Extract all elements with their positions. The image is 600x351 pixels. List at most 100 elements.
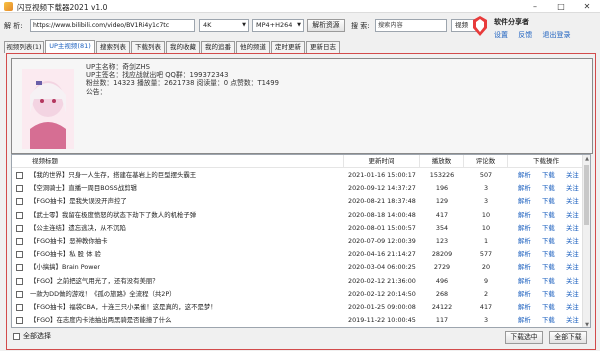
parse-link[interactable]: 解析: [518, 288, 531, 301]
tab-scheduled[interactable]: 定时更新: [271, 41, 305, 53]
tab-following[interactable]: 我的追番: [201, 41, 235, 53]
scroll-down-icon[interactable]: ▼: [583, 321, 590, 327]
table-row[interactable]: 一款为DD做的游戏！《孤の旅路》全流程（共2P） 2020-02-12 20:14…: [12, 288, 584, 301]
follow-link[interactable]: 关注: [566, 314, 579, 327]
parse-link[interactable]: 解析: [518, 314, 531, 327]
video-time: 2020-08-01 15:00:57: [348, 223, 416, 232]
download-link[interactable]: 下载: [542, 169, 555, 182]
table-row[interactable]: 【空洞骑士】直播一周目BOSS战剪辑 2020-09-12 14:37:27 196…: [12, 182, 584, 195]
parse-link[interactable]: 解析: [518, 169, 531, 182]
col-comments[interactable]: 评论数: [464, 155, 508, 168]
download-link[interactable]: 下载: [542, 182, 555, 195]
tab-channel[interactable]: 他的频道: [236, 41, 270, 53]
col-plays[interactable]: 播放数: [420, 155, 464, 168]
parse-link[interactable]: 解析: [518, 235, 531, 248]
follow-link[interactable]: 关注: [566, 261, 579, 274]
follow-link[interactable]: 关注: [566, 182, 579, 195]
tab-favorites[interactable]: 我的收藏: [166, 41, 200, 53]
table-row[interactable]: 【FGO抽卡】福袋CBA，十连三只小呆雀！这是真的，这不是梦！ 2020-01-2…: [12, 301, 584, 314]
format-select[interactable]: MP4+H264 ▼: [252, 19, 304, 32]
table-row[interactable]: 【公主连结】遗忘逃决，从不沉陷 2020-08-01 15:00:57 354 10 解…: [12, 222, 584, 235]
follow-link[interactable]: 关注: [566, 209, 579, 222]
video-comments: 10: [481, 210, 491, 219]
table-row[interactable]: 【武士零】我留在极度愤怒的状态下劫下了数人的机枪子弹 2020-08-18 14:…: [12, 209, 584, 222]
row-checkbox[interactable]: [16, 238, 23, 245]
parse-button[interactable]: 解析资源: [307, 19, 345, 32]
download-link[interactable]: 下载: [542, 248, 555, 261]
row-checkbox[interactable]: [16, 198, 23, 206]
table-row[interactable]: 【小搞搞】Brain Power 2020-03-04 06:00:25 2729 2…: [12, 261, 584, 274]
follow-link[interactable]: 关注: [566, 275, 579, 288]
close-icon[interactable]: ✕: [574, 0, 600, 13]
parse-link[interactable]: 解析: [518, 275, 531, 288]
table-row[interactable]: 【FGO抽卡】私 股 体 验 2020-04-16 21:14:27 28209 57…: [12, 248, 584, 261]
parse-link[interactable]: 解析: [518, 195, 531, 208]
parse-link[interactable]: 解析: [518, 261, 531, 274]
parse-link[interactable]: 解析: [518, 209, 531, 222]
title-bar: 闪豆视频下载器2021 v1.0 – □ ✕: [0, 0, 600, 13]
row-checkbox[interactable]: [16, 185, 23, 193]
download-link[interactable]: 下载: [542, 209, 555, 222]
row-checkbox[interactable]: [16, 290, 23, 298]
parse-link[interactable]: 解析: [518, 301, 531, 314]
maximize-icon[interactable]: □: [548, 0, 574, 13]
table-row[interactable]: 【FGO】之前把这气用光了，还有没有美丽？ 2020-02-12 21:36:00…: [12, 275, 584, 288]
feedback-link[interactable]: 反馈: [518, 31, 532, 39]
tab-changelog[interactable]: 更新日志: [306, 41, 340, 53]
follow-link[interactable]: 关注: [566, 195, 579, 208]
col-title[interactable]: 视频标题: [12, 155, 344, 168]
download-link[interactable]: 下载: [542, 288, 555, 301]
parse-link[interactable]: 解析: [518, 182, 531, 195]
video-comments: 507: [479, 171, 493, 179]
tab-search-list[interactable]: 搜索列表: [96, 41, 130, 53]
download-link[interactable]: 下载: [542, 222, 555, 235]
follow-link[interactable]: 关注: [566, 235, 579, 248]
download-link[interactable]: 下载: [542, 235, 555, 248]
follow-link[interactable]: 关注: [566, 301, 579, 314]
follow-link[interactable]: 关注: [566, 288, 579, 301]
download-link[interactable]: 下载: [542, 314, 555, 327]
row-checkbox[interactable]: [16, 172, 23, 179]
follow-link[interactable]: 关注: [566, 169, 579, 182]
url-input[interactable]: https://www.bilibili.com/video/BV1Ri4y1c…: [30, 19, 195, 32]
video-plays: 153226: [429, 171, 455, 179]
row-checkbox[interactable]: [16, 211, 23, 219]
select-all-label: 全部选择: [23, 332, 51, 340]
scroll-up-icon[interactable]: ▲: [583, 155, 590, 163]
download-all-button[interactable]: 全部下载: [549, 331, 587, 344]
video-time: 2019-11-22 10:00:45: [348, 316, 416, 325]
settings-link[interactable]: 设置: [494, 31, 508, 39]
tab-download-list[interactable]: 下载列表: [131, 41, 165, 53]
row-checkbox[interactable]: [16, 277, 23, 285]
parse-link[interactable]: 解析: [518, 248, 531, 261]
download-selected-button[interactable]: 下载选中: [505, 331, 543, 344]
tab-video-list[interactable]: 视频列表(1): [4, 41, 44, 53]
download-link[interactable]: 下载: [542, 275, 555, 288]
follow-link[interactable]: 关注: [566, 248, 579, 261]
row-checkbox[interactable]: [16, 304, 23, 311]
download-link[interactable]: 下载: [542, 195, 555, 208]
download-link[interactable]: 下载: [542, 261, 555, 274]
row-checkbox[interactable]: [16, 251, 23, 259]
search-input[interactable]: 搜索内容: [375, 19, 447, 32]
row-checkbox[interactable]: [16, 317, 23, 325]
download-link[interactable]: 下载: [542, 301, 555, 314]
parse-link[interactable]: 解析: [518, 222, 531, 235]
scroll-thumb[interactable]: [584, 165, 589, 225]
table-row[interactable]: 【FGO抽卡】是我失误没开声控了 2020-08-21 18:37:48 129 3 解…: [12, 195, 584, 208]
tab-up-videos[interactable]: UP主视频(81): [45, 40, 95, 53]
vertical-scrollbar[interactable]: ▲ ▼: [582, 155, 590, 327]
col-time[interactable]: 更新时间: [344, 155, 420, 168]
video-time: 2020-02-12 21:36:00: [348, 276, 416, 285]
header-links: 设置 反馈 退出登录: [494, 30, 578, 40]
logout-link[interactable]: 退出登录: [542, 31, 570, 39]
table-row[interactable]: 【FGO抽卡】恶神教你抽卡 2020-07-09 12:00:39 123 1 解析 下载…: [12, 235, 584, 248]
select-all-checkbox[interactable]: [13, 333, 20, 340]
row-checkbox[interactable]: [16, 224, 23, 232]
table-row[interactable]: 【我的世界】只身一人生存，搭建在基岩上的巨型摆头霸王 2021-01-16 15:…: [12, 169, 584, 182]
follow-link[interactable]: 关注: [566, 222, 579, 235]
minimize-icon[interactable]: –: [522, 0, 548, 13]
table-row[interactable]: 【FGO】在志度内卡池抽出两黑骑是否能撞了什么 2019-11-22 10:00:…: [12, 314, 584, 327]
row-checkbox[interactable]: [16, 264, 23, 272]
quality-select[interactable]: 4K ▼: [199, 19, 249, 32]
